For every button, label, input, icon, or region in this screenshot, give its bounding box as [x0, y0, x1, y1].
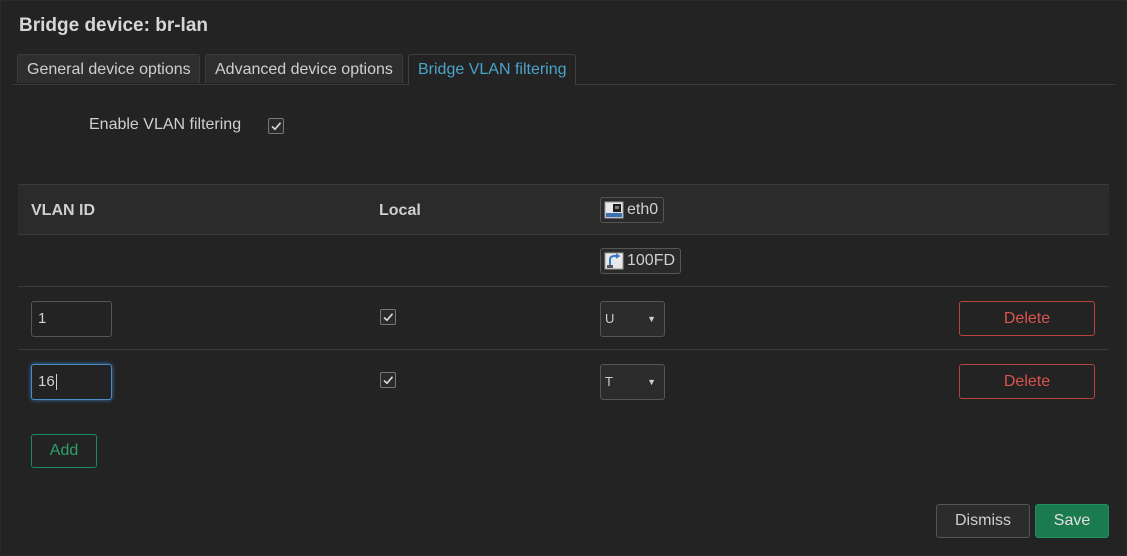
table-header: VLAN ID Local eth0	[18, 184, 1109, 235]
port-tag-select[interactable]: U ▼	[600, 301, 665, 337]
table-row: 1 U ▼ Delete	[18, 287, 1109, 350]
dropdown-arrow-icon: ▼	[647, 377, 656, 387]
checkmark-icon	[383, 376, 394, 385]
save-button[interactable]: Save	[1035, 504, 1109, 538]
text-caret	[55, 374, 57, 391]
dialog-title: Bridge device: br-lan	[19, 15, 208, 36]
vlan-id-input[interactable]: 16	[31, 364, 112, 400]
vlan-id-input[interactable]: 1	[31, 301, 112, 337]
dismiss-button[interactable]: Dismiss	[936, 504, 1030, 538]
enable-vlan-filtering-checkbox[interactable]	[268, 118, 284, 134]
tab-bar: General device options Advanced device o…	[13, 54, 1115, 85]
vlan-id-value: 16	[38, 373, 55, 390]
tab-general-device-options[interactable]: General device options	[17, 54, 200, 83]
port-speed-badge: 100FD	[600, 248, 682, 274]
add-vlan-button[interactable]: Add	[31, 434, 97, 468]
ethernet-port-icon	[604, 201, 624, 219]
tab-advanced-device-options[interactable]: Advanced device options	[205, 54, 403, 83]
delete-button[interactable]: Delete	[959, 364, 1095, 399]
dropdown-arrow-icon: ▼	[647, 314, 656, 324]
local-checkbox[interactable]	[380, 309, 396, 325]
port-speed-row: 100FD	[18, 235, 1109, 287]
tab-bridge-vlan-filtering[interactable]: Bridge VLAN filtering	[408, 54, 576, 85]
table-row: 16 T ▼ Delete	[18, 350, 1109, 413]
delete-button[interactable]: Delete	[959, 301, 1095, 336]
bridge-device-dialog: Bridge device: br-lan General device opt…	[0, 0, 1127, 556]
port-tag-select[interactable]: T ▼	[600, 364, 665, 400]
port-speed: 100FD	[627, 252, 676, 269]
link-speed-icon	[604, 252, 624, 270]
checkmark-icon	[383, 313, 394, 322]
port-name: eth0	[627, 201, 659, 218]
checkmark-icon	[271, 122, 282, 131]
header-vlan-id: VLAN ID	[31, 202, 95, 219]
local-checkbox[interactable]	[380, 372, 396, 388]
port-tag-value: U	[605, 311, 615, 326]
header-local: Local	[379, 202, 421, 219]
port-tag-value: T	[605, 374, 613, 389]
port-eth0-badge: eth0	[600, 197, 665, 223]
enable-vlan-filtering-label: Enable VLAN filtering	[89, 116, 242, 133]
